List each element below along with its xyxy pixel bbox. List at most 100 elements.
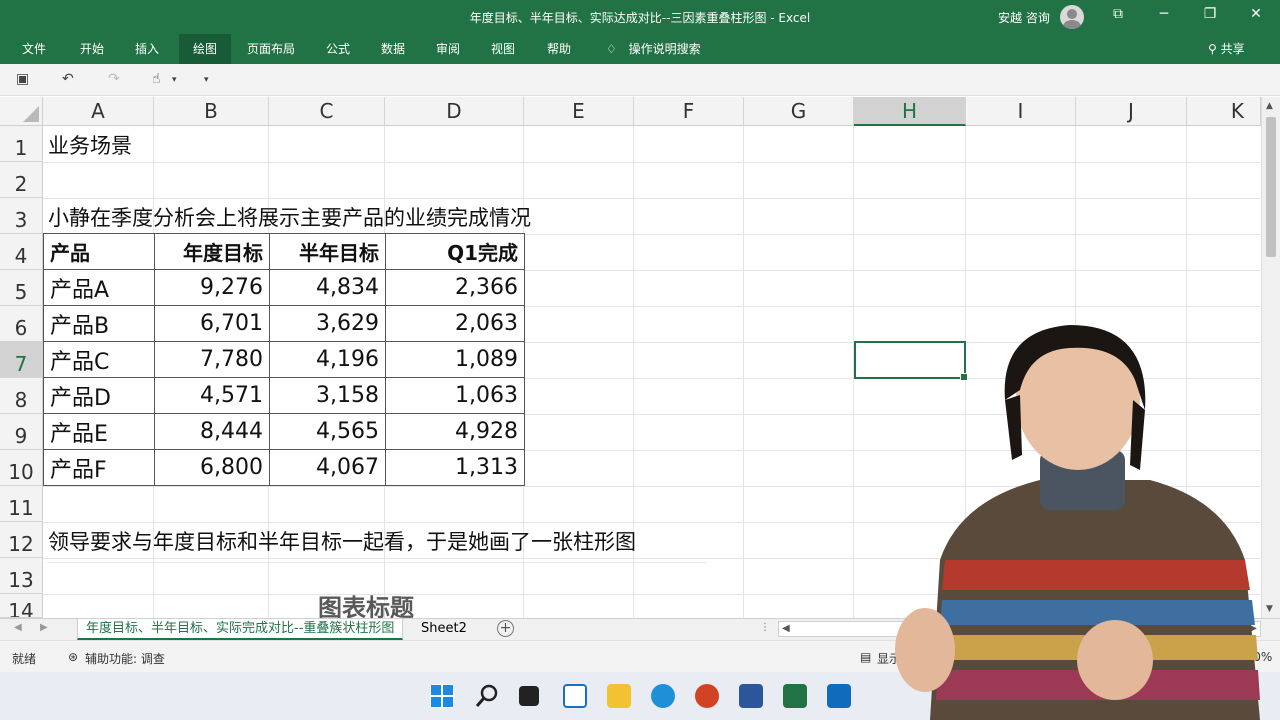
column-header-b[interactable]: B bbox=[154, 97, 269, 126]
scroll-left-icon[interactable]: ◀ bbox=[782, 623, 790, 634]
scroll-up-icon[interactable]: ▲ bbox=[1266, 101, 1273, 111]
scroll-down-icon[interactable]: ▼ bbox=[1266, 604, 1273, 614]
search-icon[interactable] bbox=[475, 684, 499, 708]
accessibility-icon[interactable]: ⊛ bbox=[68, 650, 78, 664]
row-header-13[interactable]: 13 bbox=[0, 558, 43, 594]
task-view-icon[interactable] bbox=[519, 686, 539, 706]
table-header-half-year-target[interactable]: 半年目标 bbox=[269, 233, 386, 270]
table-cell[interactable]: 6,800 bbox=[154, 449, 270, 486]
windows-start-icon[interactable] bbox=[430, 684, 454, 708]
tab-split-icon[interactable]: ⋮ bbox=[760, 622, 770, 633]
row-header-11[interactable]: 11 bbox=[0, 486, 43, 522]
table-cell[interactable]: 1,089 bbox=[385, 341, 525, 378]
save-icon[interactable]: ▣ bbox=[16, 71, 29, 87]
powerpoint-icon[interactable] bbox=[695, 684, 719, 708]
tab-file[interactable]: 文件 bbox=[14, 34, 54, 64]
table-cell[interactable]: 3,629 bbox=[269, 305, 386, 342]
tab-page-layout[interactable]: 页面布局 bbox=[239, 34, 303, 64]
column-header-e[interactable]: E bbox=[524, 97, 634, 126]
display-settings-icon[interactable]: ▤ bbox=[860, 650, 871, 664]
table-cell[interactable]: 4,067 bbox=[269, 449, 386, 486]
select-all-corner[interactable] bbox=[0, 97, 43, 126]
column-header-i[interactable]: I bbox=[966, 97, 1076, 126]
table-cell[interactable]: 4,928 bbox=[385, 413, 525, 450]
row-header-4[interactable]: 4 bbox=[0, 234, 43, 270]
tab-data[interactable]: 数据 bbox=[373, 34, 413, 64]
column-header-g[interactable]: G bbox=[744, 97, 854, 126]
tab-insert[interactable]: 插入 bbox=[127, 34, 167, 64]
row-header-12[interactable]: 12 bbox=[0, 522, 43, 558]
row-header-7[interactable]: 7 bbox=[0, 342, 43, 378]
row-header-8[interactable]: 8 bbox=[0, 378, 43, 414]
column-header-d[interactable]: D bbox=[385, 97, 524, 126]
column-header-k[interactable]: K bbox=[1187, 97, 1261, 126]
redo-icon[interactable]: ↷ bbox=[108, 71, 120, 87]
column-header-a[interactable]: A bbox=[43, 97, 154, 126]
table-cell[interactable]: 4,571 bbox=[154, 377, 270, 414]
row-header-14[interactable]: 14 bbox=[0, 594, 43, 618]
table-cell[interactable]: 4,565 bbox=[269, 413, 386, 450]
table-header-annual-target[interactable]: 年度目标 bbox=[154, 233, 270, 270]
table-cell[interactable]: 6,701 bbox=[154, 305, 270, 342]
table-cell[interactable]: 8,444 bbox=[154, 413, 270, 450]
touch-mode-icon[interactable]: ☝ bbox=[152, 71, 161, 87]
table-header-q1-done[interactable]: Q1完成 bbox=[385, 233, 525, 270]
row-header-10[interactable]: 10 bbox=[0, 450, 43, 486]
cell-a3[interactable]: 小静在季度分析会上将展示主要产品的业绩完成情况 bbox=[48, 202, 531, 232]
tab-home[interactable]: 开始 bbox=[72, 34, 112, 64]
row-header-2[interactable]: 2 bbox=[0, 162, 43, 198]
file-explorer-icon[interactable] bbox=[607, 684, 631, 708]
column-header-f[interactable]: F bbox=[634, 97, 744, 126]
undo-icon[interactable]: ↶ bbox=[62, 71, 74, 87]
touch-dropdown-icon[interactable]: ▾ bbox=[172, 75, 177, 85]
excel-icon[interactable] bbox=[783, 684, 807, 708]
sheet-tab-sheet2[interactable]: Sheet2 bbox=[413, 619, 475, 640]
widgets-icon[interactable] bbox=[563, 684, 587, 708]
tab-formulas[interactable]: 公式 bbox=[318, 34, 358, 64]
table-cell[interactable]: 3,158 bbox=[269, 377, 386, 414]
table-cell[interactable]: 4,196 bbox=[269, 341, 386, 378]
sheet-next-icon[interactable]: ▶ bbox=[40, 622, 48, 633]
whiteboard-app-icon[interactable] bbox=[827, 684, 851, 708]
cell-a1[interactable]: 业务场景 bbox=[48, 130, 132, 160]
add-sheet-icon[interactable]: + bbox=[497, 620, 514, 637]
tab-help[interactable]: 帮助 bbox=[539, 34, 579, 64]
row-header-5[interactable]: 5 bbox=[0, 270, 43, 306]
column-header-h[interactable]: H bbox=[854, 97, 966, 126]
edge-browser-icon[interactable] bbox=[651, 684, 675, 708]
word-icon[interactable] bbox=[739, 684, 763, 708]
table-cell[interactable]: 产品F bbox=[43, 449, 155, 486]
vertical-scrollbar[interactable]: ▲ ▼ bbox=[1261, 97, 1280, 618]
tab-draw[interactable]: 绘图 bbox=[179, 34, 231, 64]
column-header-c[interactable]: C bbox=[269, 97, 385, 126]
sheet-tab-active[interactable]: 年度目标、半年目标、实际完成对比--重叠簇状柱形图 bbox=[77, 619, 404, 640]
vertical-scroll-thumb[interactable] bbox=[1266, 117, 1276, 257]
tell-me-search[interactable]: ♢ 操作说明搜索 bbox=[598, 34, 709, 64]
table-cell[interactable]: 产品A bbox=[43, 269, 155, 306]
cell-a12[interactable]: 领导要求与年度目标和半年目标一起看，于是她画了一张柱形图 bbox=[48, 526, 636, 556]
table-cell[interactable]: 产品C bbox=[43, 341, 155, 378]
share-button[interactable]: ⚲ 共享 bbox=[1208, 34, 1245, 64]
sheet-prev-icon[interactable]: ◀ bbox=[14, 622, 22, 633]
table-cell[interactable]: 产品D bbox=[43, 377, 155, 414]
display-settings-label[interactable]: 显示 bbox=[877, 650, 901, 667]
table-cell[interactable]: 产品E bbox=[43, 413, 155, 450]
row-header-3[interactable]: 3 bbox=[0, 198, 43, 234]
table-cell[interactable]: 2,063 bbox=[385, 305, 525, 342]
table-cell[interactable]: 产品B bbox=[43, 305, 155, 342]
table-cell[interactable]: 9,276 bbox=[154, 269, 270, 306]
table-cell[interactable]: 7,780 bbox=[154, 341, 270, 378]
minimize-icon[interactable]: ─ bbox=[1154, 6, 1174, 22]
table-cell[interactable]: 1,313 bbox=[385, 449, 525, 486]
row-header-1[interactable]: 1 bbox=[0, 126, 43, 162]
accessibility-status[interactable]: 辅助功能: 调查 bbox=[85, 650, 165, 667]
table-cell[interactable]: 2,366 bbox=[385, 269, 525, 306]
tab-review[interactable]: 审阅 bbox=[428, 34, 468, 64]
close-icon[interactable]: ✕ bbox=[1246, 6, 1266, 22]
zoom-level[interactable]: 160% bbox=[1238, 650, 1272, 664]
row-header-9[interactable]: 9 bbox=[0, 414, 43, 450]
horizontal-scrollbar[interactable]: ◀ ▶ bbox=[778, 621, 1261, 637]
table-cell[interactable]: 1,063 bbox=[385, 377, 525, 414]
tab-view[interactable]: 视图 bbox=[483, 34, 523, 64]
user-name[interactable]: 安越 咨询 bbox=[998, 9, 1050, 26]
